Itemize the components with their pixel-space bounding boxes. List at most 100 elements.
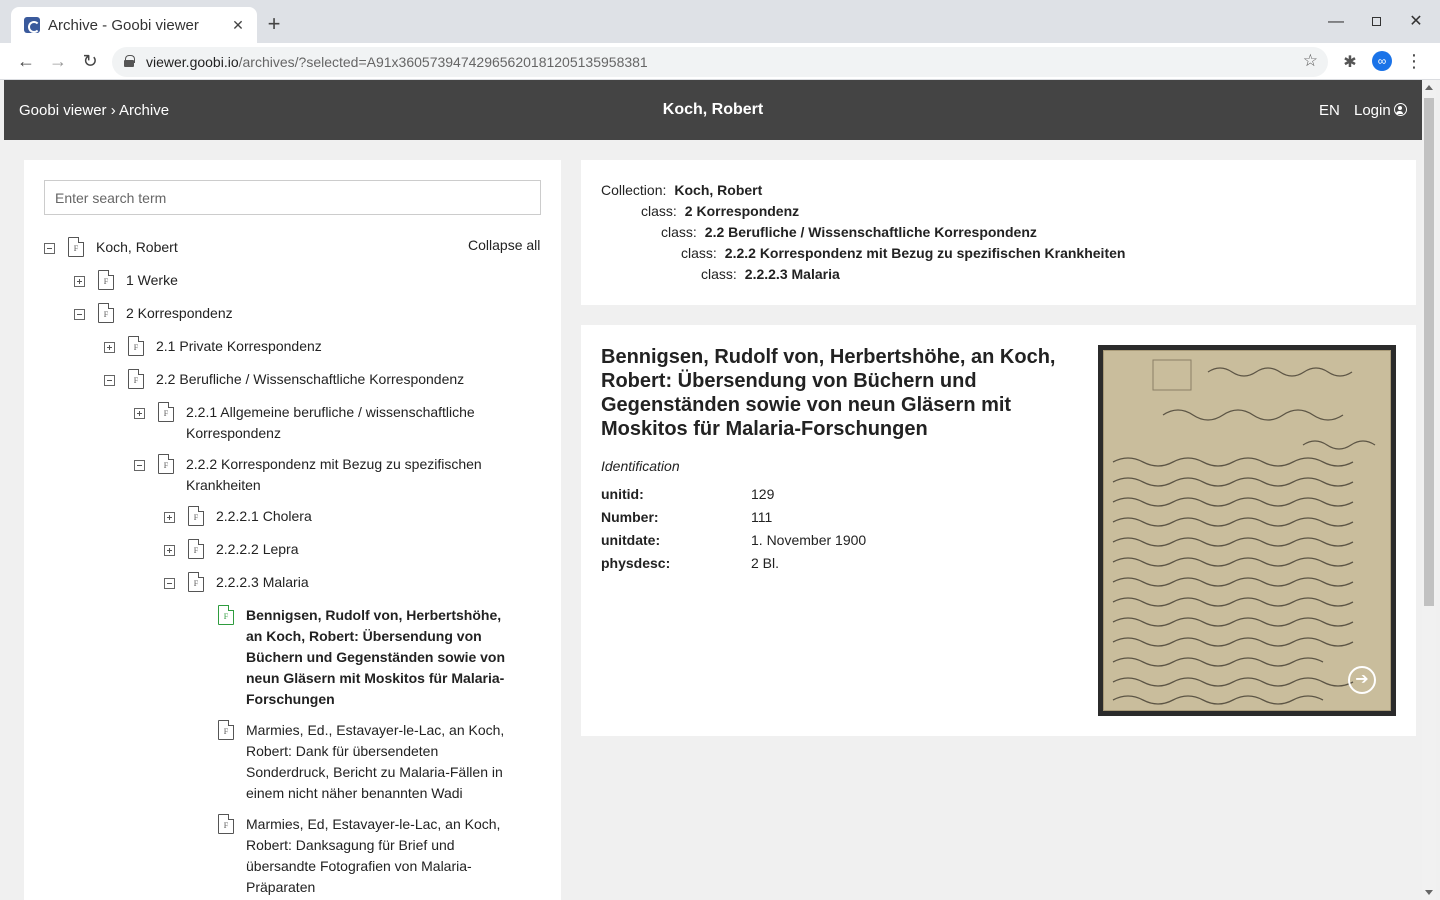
scroll-thumb[interactable] <box>1424 98 1434 606</box>
extension-infinity-icon[interactable]: ∞ <box>1372 51 1392 71</box>
tree-node[interactable]: F 2.2.2.3 Malaria <box>24 572 561 593</box>
open-viewer-arrow-icon[interactable]: ➔ <box>1348 666 1376 694</box>
window-maximize-button[interactable] <box>1366 12 1386 32</box>
tree-node-label[interactable]: 2.2 Berufliche / Wissenschaftliche Korre… <box>156 369 496 390</box>
search-input[interactable] <box>44 180 541 215</box>
tree-node-label[interactable]: Bennigsen, Rudolf von, Herbertshöhe, an … <box>246 605 516 710</box>
browser-menu-icon[interactable]: ⋮ <box>1404 51 1424 71</box>
document-file-icon: F <box>98 270 114 290</box>
page-scrollbar[interactable] <box>1422 80 1436 900</box>
login-link[interactable]: Login <box>1354 102 1407 119</box>
expand-plus-icon[interactable] <box>134 408 145 419</box>
back-arrow-icon[interactable]: ← <box>14 49 38 73</box>
record-detail-panel: Bennigsen, Rudolf von, Herbertshöhe, an … <box>581 325 1416 736</box>
collapse-minus-icon[interactable] <box>74 309 85 320</box>
url-text[interactable]: viewer.goobi.io/archives/?selected=A91x3… <box>146 54 648 70</box>
user-circle-icon <box>1393 103 1407 116</box>
document-file-icon: F <box>158 402 174 422</box>
tree-node[interactable]: F Koch, Robert <box>24 237 561 258</box>
tree-node-label[interactable]: 2.2.2.1 Cholera <box>216 506 516 527</box>
document-thumbnail[interactable]: ➔ <box>1098 345 1396 716</box>
lock-icon[interactable] <box>124 55 135 67</box>
page: Goobi viewer › Archive Koch, Robert EN L… <box>4 80 1422 900</box>
document-file-icon: F <box>188 506 204 526</box>
tree-node-label[interactable]: 2.1 Private Korrespondenz <box>156 336 496 357</box>
tree-node[interactable]: F 2.1 Private Korrespondenz <box>24 336 561 357</box>
collapse-minus-icon[interactable] <box>104 375 115 386</box>
tree-node[interactable]: F 2.2 Berufliche / Wissenschaftliche Korr… <box>24 369 561 390</box>
hierarchy-value[interactable]: 2.2 Berufliche / Wissenschaftliche Korre… <box>705 224 1037 240</box>
extensions-puzzle-icon[interactable]: ✱ <box>1340 52 1360 72</box>
document-file-icon: F <box>98 303 114 323</box>
document-file-icon: F <box>158 454 174 474</box>
document-file-icon: F <box>188 572 204 592</box>
hierarchy-key: class: <box>681 245 717 261</box>
hierarchy-value[interactable]: 2.2.2.3 Malaria <box>745 266 840 282</box>
tab-close-icon[interactable]: ✕ <box>229 16 247 34</box>
hierarchy-key: class: <box>641 203 677 219</box>
hierarchy-key: class: <box>661 224 697 240</box>
tree-node-label[interactable]: 2.2.1 Allgemeine berufliche / wissenscha… <box>186 402 516 444</box>
expand-plus-icon[interactable] <box>164 545 175 556</box>
browser-titlebar: Archive - Goobi viewer ✕ + — ✕ <box>0 0 1440 43</box>
tree-node-label[interactable]: 2.2.2.3 Malaria <box>216 572 516 593</box>
page-title: Koch, Robert <box>662 101 764 118</box>
hierarchy-value[interactable]: Koch, Robert <box>674 182 762 198</box>
hierarchy-value[interactable]: 2 Korrespondenz <box>685 203 799 219</box>
tree-node[interactable]: F 2.2.2.1 Cholera <box>24 506 561 527</box>
class-row: class: 2 Korrespondenz <box>641 203 799 219</box>
metadata-key: physdesc: <box>601 555 671 571</box>
class-row: class: 2.2.2 Korrespondenz mit Bezug zu s… <box>681 245 1125 261</box>
tree-node[interactable]: F 2 Korrespondenz <box>24 303 561 324</box>
collapse-minus-icon[interactable] <box>134 460 145 471</box>
address-bar[interactable]: viewer.goobi.io/archives/?selected=A91x3… <box>112 47 1328 77</box>
tree-node[interactable]: F 2.2.1 Allgemeine berufliche / wissensch… <box>24 402 561 444</box>
tree-node-label[interactable]: Koch, Robert <box>96 237 436 258</box>
archive-tree-panel: Collapse all FKoch, RobertF1 WerkeF2 Kor… <box>24 160 561 900</box>
collapse-minus-icon[interactable] <box>164 578 175 589</box>
tree-node[interactable]: F 2.2.2 Korrespondenz mit Bezug zu spezif… <box>24 454 561 496</box>
tree-node[interactable]: F 1 Werke <box>24 270 561 291</box>
class-row: class: 2.2 Berufliche / Wissenschaftliche… <box>661 224 1037 240</box>
hierarchy-value[interactable]: 2.2.2 Korrespondenz mit Bezug zu spezifi… <box>725 245 1126 261</box>
tree-node-label[interactable]: Marmies, Ed, Estavayer-le-Lac, an Koch, … <box>246 814 516 898</box>
tree-node[interactable]: F Marmies, Ed., Estavayer-le-Lac, an Koch… <box>24 720 561 804</box>
collapse-minus-icon[interactable] <box>44 243 55 254</box>
document-file-icon: F <box>128 369 144 389</box>
tree-node[interactable]: F Bennigsen, Rudolf von, Herbertshöhe, an… <box>24 605 561 710</box>
document-file-icon: F <box>188 539 204 559</box>
tab-title: Archive - Goobi viewer <box>48 17 199 34</box>
tree-node-label[interactable]: 2.2.2.2 Lepra <box>216 539 516 560</box>
tree-node-label[interactable]: 2.2.2 Korrespondenz mit Bezug zu spezifi… <box>186 454 516 496</box>
reload-icon[interactable]: ↻ <box>78 49 102 73</box>
new-tab-button[interactable]: + <box>263 13 285 36</box>
language-switch[interactable]: EN <box>1319 102 1340 119</box>
handwritten-letter-image <box>1103 350 1391 711</box>
bookmark-star-icon[interactable]: ☆ <box>1303 51 1318 71</box>
browser-toolbar: ← → ↻ viewer.goobi.io/archives/?selected… <box>0 43 1440 80</box>
tree-node[interactable]: F Marmies, Ed, Estavayer-le-Lac, an Koch,… <box>24 814 561 898</box>
document-file-icon: F <box>68 237 84 257</box>
tree-node-label[interactable]: 1 Werke <box>126 270 466 291</box>
window-close-button[interactable]: ✕ <box>1406 12 1426 32</box>
scroll-down-arrow-icon[interactable] <box>1425 890 1433 895</box>
identification-heading: Identification <box>601 458 680 474</box>
document-file-icon: F <box>218 605 234 625</box>
window-minimize-button[interactable]: — <box>1326 12 1346 32</box>
tree-node-label[interactable]: Marmies, Ed., Estavayer-le-Lac, an Koch,… <box>246 720 516 804</box>
document-file-icon: F <box>218 720 234 740</box>
metadata-value: 111 <box>751 509 773 525</box>
scroll-up-arrow-icon[interactable] <box>1425 85 1433 90</box>
browser-tab[interactable]: Archive - Goobi viewer ✕ <box>11 7 257 43</box>
metadata-value: 129 <box>751 486 775 502</box>
expand-plus-icon[interactable] <box>164 512 175 523</box>
expand-plus-icon[interactable] <box>104 342 115 353</box>
hierarchy-key: Collection: <box>601 182 667 198</box>
expand-plus-icon[interactable] <box>74 276 85 287</box>
collection-row: Collection: Koch, Robert <box>601 182 762 198</box>
metadata-value: 2 Bl. <box>751 555 780 571</box>
tree-node-label[interactable]: 2 Korrespondenz <box>126 303 466 324</box>
tree-node[interactable]: F 2.2.2.2 Lepra <box>24 539 561 560</box>
forward-arrow-icon[interactable]: → <box>46 49 70 73</box>
record-title: Bennigsen, Rudolf von, Herbertshöhe, an … <box>601 346 1056 440</box>
